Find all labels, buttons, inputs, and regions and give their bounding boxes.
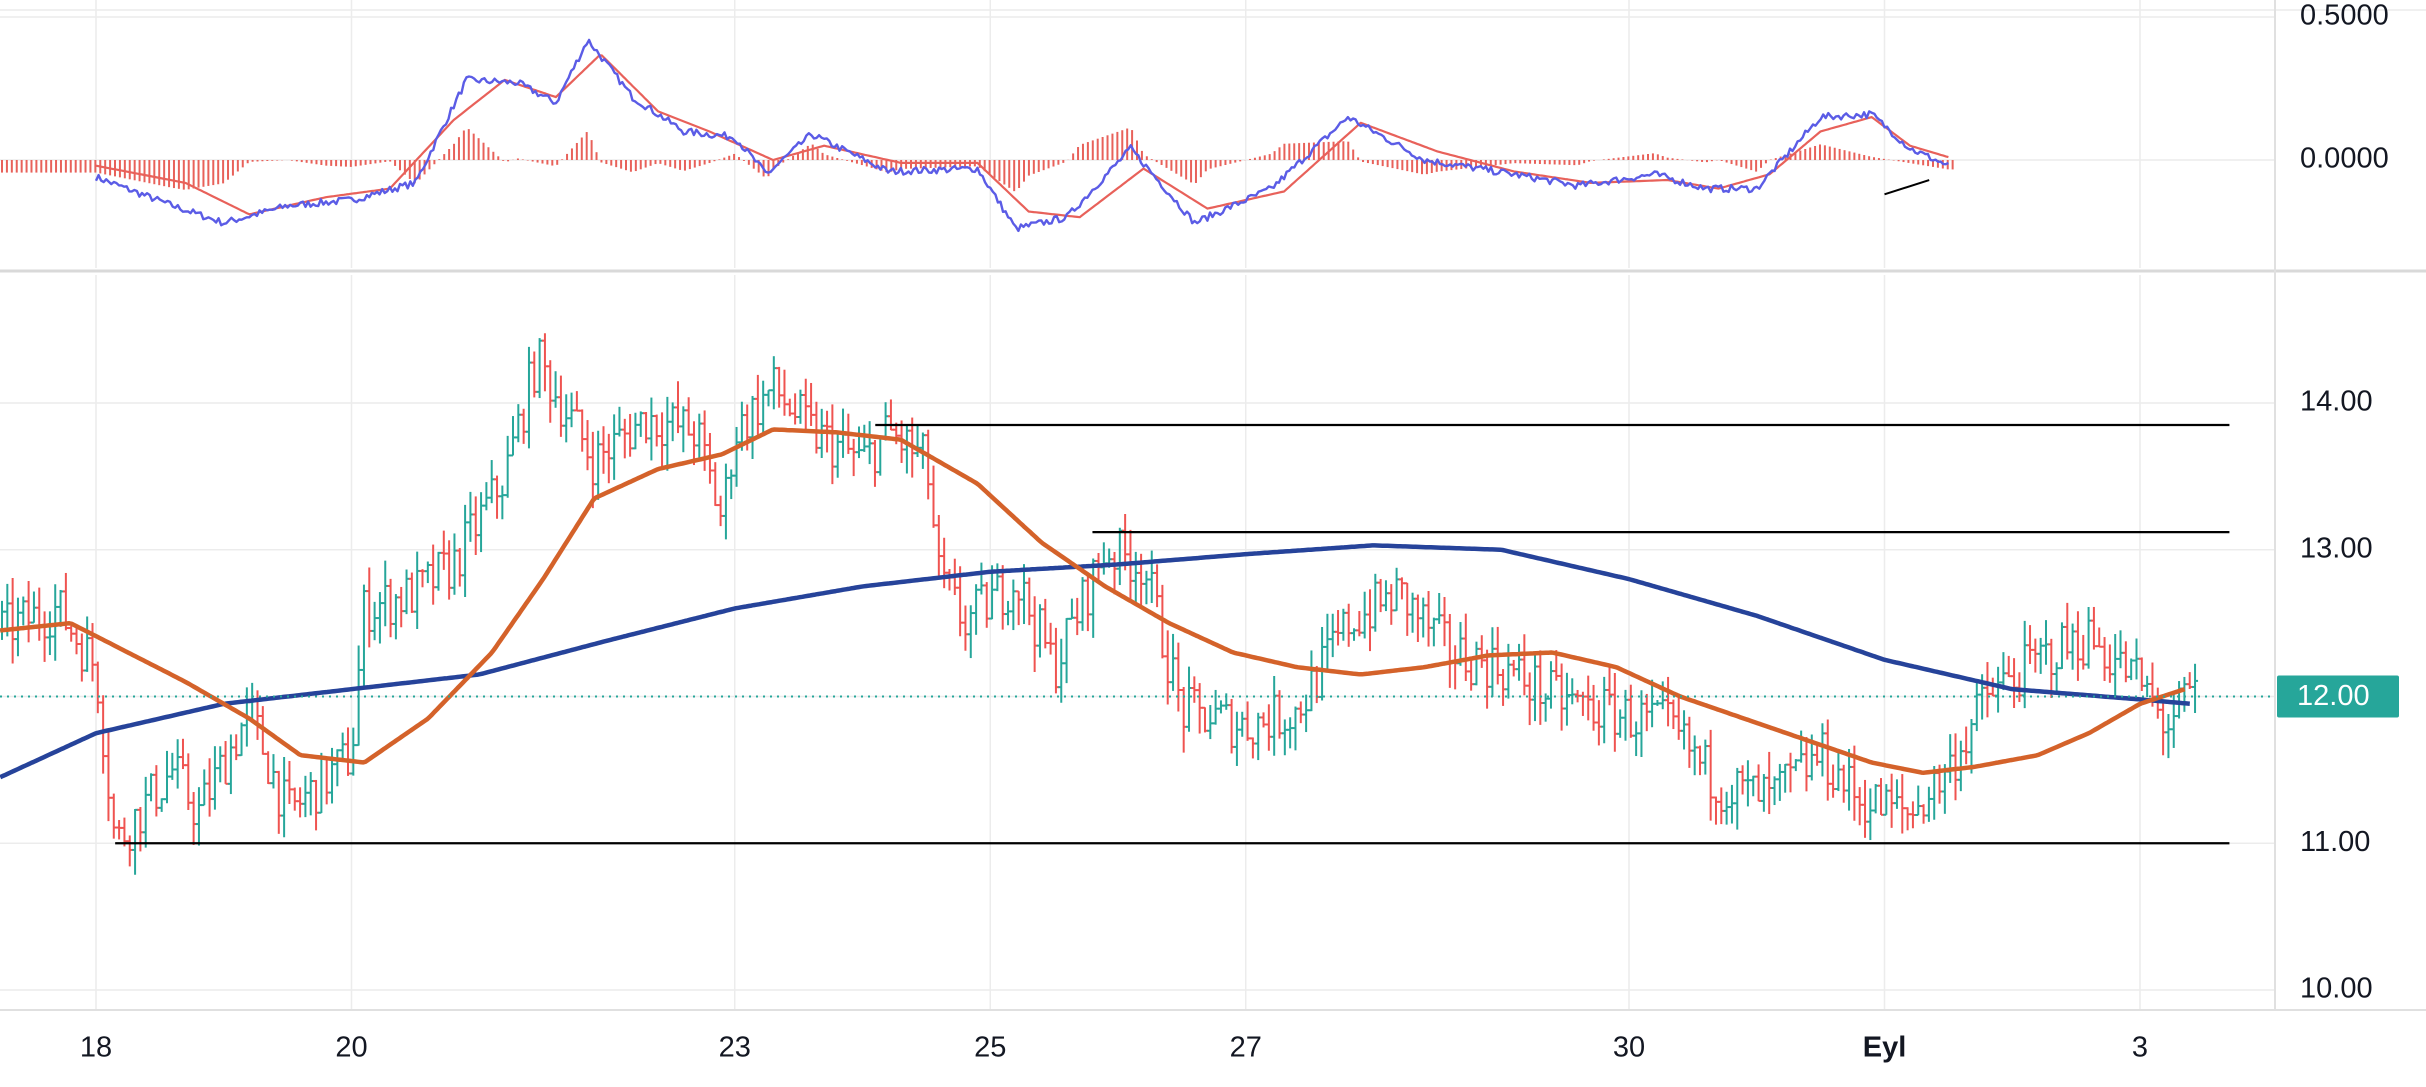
chart-canvas: 0.5000 0.0000 14.00 13.00 11.00 10.00 12.00 18… [0,0,2426,1082]
time-axis-tick-label: 25 [974,1032,1006,1064]
macd-axis-tick-label: 0.5000 [2300,0,2389,32]
time-axis-tick-label: 30 [1613,1032,1645,1064]
price-axis-tick-label: 14.00 [2300,386,2373,418]
macd-axis-tick-label: 0.0000 [2300,143,2389,175]
time-axis-tick-label: 27 [1230,1032,1262,1064]
chart-root: 0.5000 0.0000 14.00 13.00 11.00 10.00 12.00 18… [0,0,2426,1082]
time-axis-tick-label: 23 [719,1032,751,1064]
current-price-label: 12.00 [2297,680,2370,712]
price-axis-tick-label: 10.00 [2300,973,2373,1005]
time-axis-tick-label: 3 [2132,1032,2148,1064]
time-axis-tick-label: Eyl [1863,1032,1907,1064]
time-axis-tick-label: 20 [335,1032,367,1064]
price-axis-tick-label: 13.00 [2300,532,2373,564]
time-axis-tick-label: 18 [80,1032,112,1064]
price-axis-tick-label: 11.00 [2300,826,2370,858]
